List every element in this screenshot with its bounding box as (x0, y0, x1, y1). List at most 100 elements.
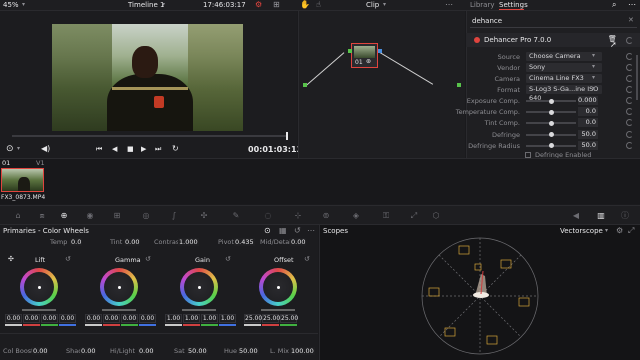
reset-icon[interactable]: ↺ (225, 255, 231, 263)
reset-icon[interactable] (626, 130, 633, 138)
output-port[interactable] (457, 83, 461, 87)
master-wheel-bar[interactable] (102, 309, 136, 311)
wheel-value[interactable]: 1.00 (201, 314, 218, 323)
reset-icon[interactable]: ↺ (304, 255, 310, 263)
input-port[interactable] (303, 83, 307, 87)
master-wheel-bar[interactable] (261, 309, 295, 311)
search-icon[interactable]: ⌕ (612, 0, 616, 10)
wheel-value[interactable]: 0.00 (5, 314, 22, 323)
reset-icon[interactable]: ↺ (65, 255, 71, 263)
settings-icon[interactable]: ⚙ (255, 0, 262, 9)
param-value[interactable]: 0.00 (80, 347, 97, 355)
field-dropdown[interactable]: Cinema Line FX3 (526, 74, 602, 83)
chevron-down-icon[interactable]: ▾ (162, 1, 165, 8)
plugin-enabled-dot[interactable] (474, 37, 480, 43)
bars-mode-icon[interactable]: ⊙ (264, 226, 271, 235)
settings-scrollbar[interactable] (636, 55, 638, 100)
curves-icon[interactable]: ∫ (168, 211, 180, 221)
chevron-down-icon[interactable]: ▾ (383, 1, 386, 8)
viewer-image[interactable] (52, 24, 243, 131)
reverse-play-icon[interactable]: ◀ (112, 145, 117, 153)
search-input[interactable]: dehance (472, 17, 502, 25)
param-value[interactable]: 0.435 (234, 238, 255, 246)
hand-icon[interactable]: ✋ (300, 0, 310, 9)
param-value[interactable]: 0.00 (32, 347, 49, 355)
node-port-right[interactable] (378, 49, 382, 53)
param-value[interactable]: 0.00 (290, 238, 307, 246)
param-value[interactable]: 50.00 (187, 347, 208, 355)
scope-settings-icon[interactable]: ⚙ (616, 226, 623, 235)
slider-value[interactable]: 50.0 (578, 140, 598, 150)
param-value[interactable]: 0.00 (124, 238, 141, 246)
reset-icon[interactable] (626, 141, 633, 149)
play-icon[interactable]: ▶ (141, 145, 146, 153)
wheel-value[interactable]: 0.00 (41, 314, 58, 323)
reset-icon[interactable] (626, 37, 633, 44)
qualifier-icon[interactable]: ✎ (230, 211, 242, 221)
wheel-value[interactable]: 25.00 (244, 314, 262, 323)
reset-icon[interactable]: ↺ (145, 255, 151, 263)
3d-icon[interactable]: ⬡ (430, 211, 442, 221)
wheel-value[interactable]: 1.00 (219, 314, 236, 323)
reset-icon[interactable] (626, 64, 633, 71)
timeline-name[interactable]: Timeline 1 (128, 1, 164, 9)
color-wheels-icon[interactable]: ⊕ (58, 211, 70, 221)
wheel-value[interactable]: 0.00 (139, 314, 156, 323)
zoom-dropdown[interactable]: 45% (3, 1, 19, 9)
field-dropdown[interactable]: S-Log3 S-Ga...ine ISO 640 (526, 85, 602, 102)
nodes-icon[interactable]: ⋯ (445, 0, 453, 9)
param-value[interactable]: 50.00 (238, 347, 259, 355)
reset-icon[interactable] (626, 53, 633, 60)
color-warper-icon[interactable]: ✣ (198, 211, 210, 221)
scopes-icon[interactable]: ▥ (595, 211, 607, 221)
motion-effects-icon[interactable]: ◎ (140, 211, 152, 221)
chevron-down-icon[interactable]: ▾ (592, 74, 595, 81)
window-icon[interactable]: ◌ (262, 211, 274, 221)
node-port-left[interactable] (348, 49, 352, 53)
keyframes-icon[interactable]: ◀ (570, 211, 582, 221)
param-value[interactable]: 0.0 (70, 238, 83, 246)
param-value[interactable]: 0.00 (138, 347, 155, 355)
volume-icon[interactable]: ◀) (41, 144, 50, 153)
chevron-down-icon[interactable]: ▾ (605, 227, 608, 234)
bypass-icon[interactable]: ⊞ (273, 0, 280, 9)
rgb-mixer-icon[interactable]: ⊞ (111, 211, 123, 221)
wheel-value[interactable]: 25.00 (262, 314, 280, 323)
pointer-icon[interactable]: ☝ (316, 0, 321, 9)
magic-mask-icon[interactable]: ⊚ (320, 211, 332, 221)
stop-icon[interactable]: ■ (127, 145, 134, 153)
wheel-center-dot[interactable] (117, 285, 121, 289)
clip-mode-dropdown[interactable]: Clip (366, 1, 379, 9)
viewer-scrubber-track[interactable] (12, 135, 288, 137)
wheel-center-dot[interactable] (276, 285, 280, 289)
node-editor[interactable] (298, 11, 465, 158)
wheel-value[interactable]: 1.00 (183, 314, 200, 323)
wheel-value[interactable]: 0.00 (103, 314, 120, 323)
wheel-value[interactable]: 25.00 (280, 314, 298, 323)
slider-value[interactable]: 50.0 (578, 129, 598, 139)
more-options-icon[interactable]: ⋯ (628, 0, 636, 9)
timeline-clip[interactable] (1, 168, 44, 192)
more-options-icon[interactable]: ⋯ (307, 226, 315, 235)
wheel-value[interactable]: 0.00 (59, 314, 76, 323)
viewer-options-icon[interactable]: ⊙ (6, 144, 14, 154)
color-match-icon[interactable]: ⧈ (36, 211, 48, 221)
slider-knob[interactable] (548, 98, 554, 104)
tab-settings[interactable]: Settings (499, 1, 528, 9)
slider-value[interactable]: 0.0 (578, 118, 598, 128)
chevron-down-icon[interactable]: ▾ (22, 1, 25, 8)
param-value[interactable]: 1.000 (178, 238, 199, 246)
loop-icon[interactable]: ↻ (172, 144, 179, 153)
key-icon[interactable]: ⚿ (380, 211, 392, 221)
slider-knob[interactable] (548, 120, 554, 126)
tab-library[interactable]: Library (470, 1, 494, 9)
param-value[interactable]: 100.00 (290, 347, 315, 355)
reset-all-icon[interactable]: ↺ (294, 226, 301, 235)
master-wheel-bar[interactable] (182, 309, 216, 311)
scope-mode-dropdown[interactable]: Vectorscope (560, 227, 603, 235)
wheel-value[interactable]: 0.00 (23, 314, 40, 323)
wheel-value[interactable]: 1.00 (165, 314, 182, 323)
wheel-center-dot[interactable] (37, 285, 41, 289)
chevron-down-icon[interactable]: ▾ (592, 85, 595, 92)
reset-icon[interactable] (626, 86, 633, 93)
